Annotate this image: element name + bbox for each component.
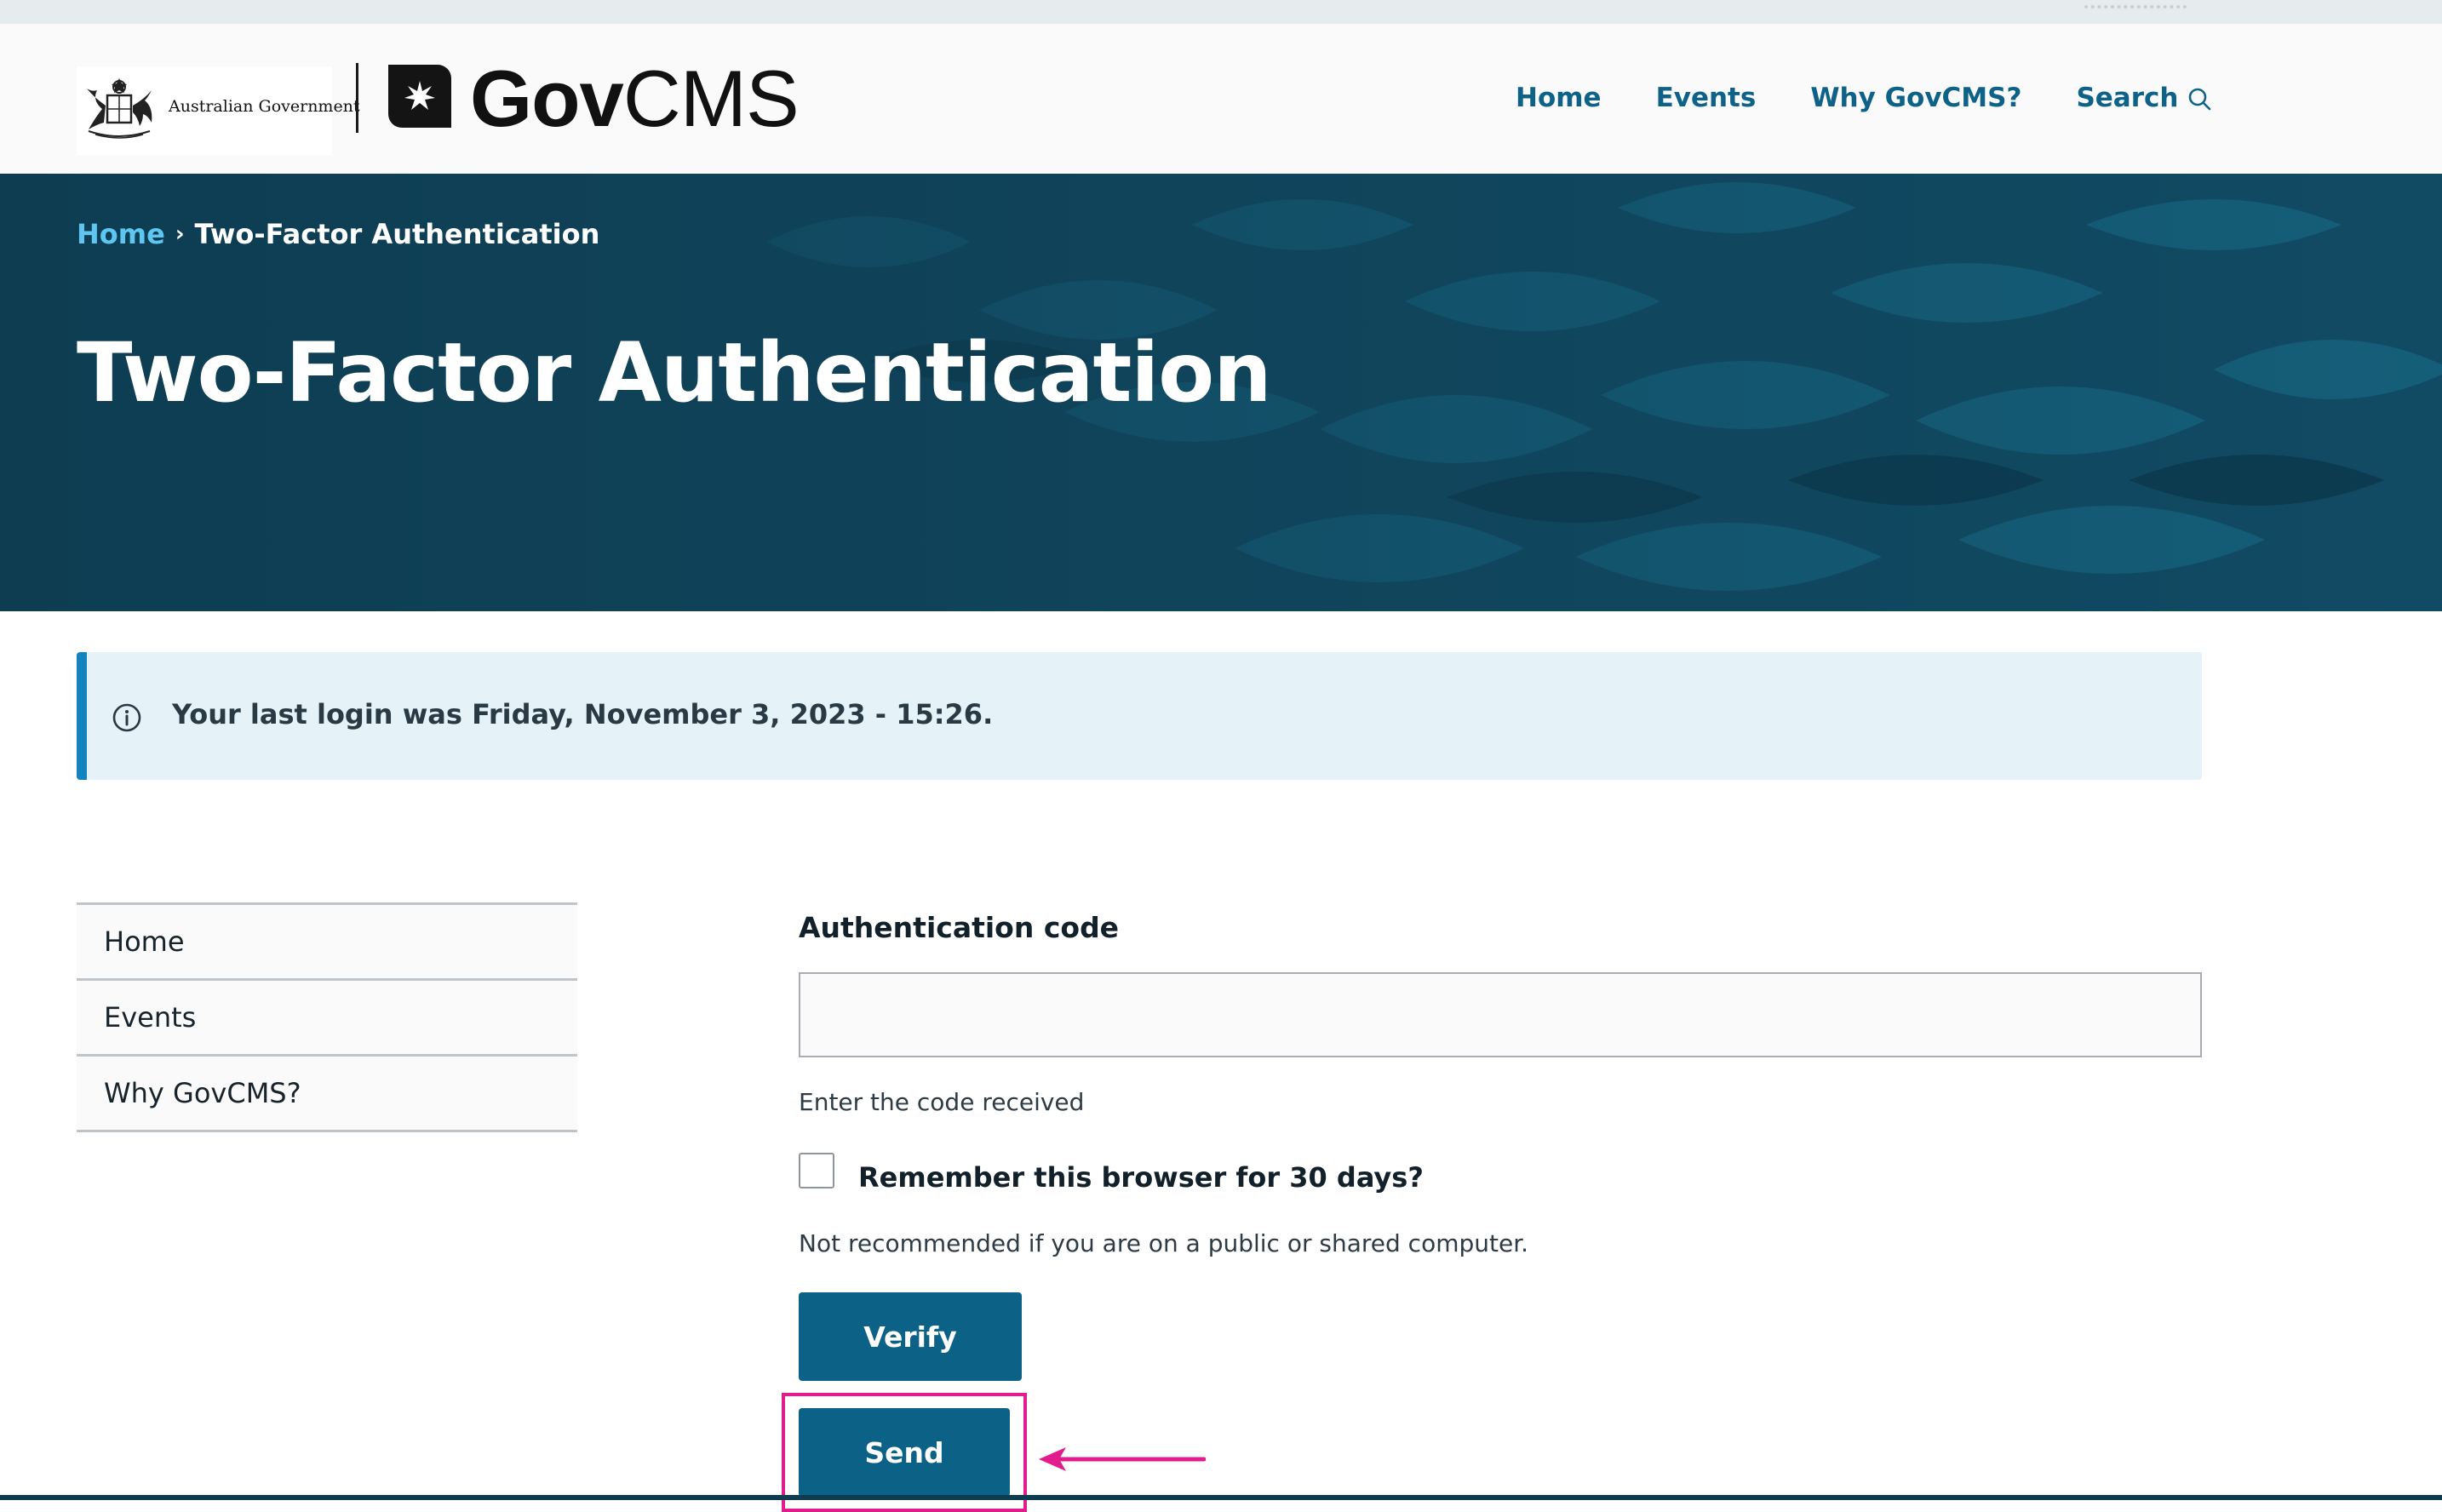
coat-of-arms-icon (87, 78, 152, 139)
australian-government-crest[interactable]: Australian Government (77, 66, 360, 155)
breadcrumb-current: Two-Factor Authentication (194, 218, 600, 250)
nav-search-label: Search (2076, 83, 2179, 113)
govcms-logo-text[interactable]: GovCMS (470, 54, 800, 143)
breadcrumb-separator-icon: › (175, 221, 185, 247)
site-header: Australian Government GovCMS Home Events… (0, 24, 2442, 175)
remember-browser-note: Not recommended if you are on a public o… (799, 1229, 1529, 1257)
page-title: Two-Factor Authentication (77, 325, 1272, 421)
nav-events-link[interactable]: Events (1656, 83, 1757, 113)
send-button[interactable]: Send (799, 1408, 1010, 1497)
verify-button[interactable]: Verify (799, 1292, 1022, 1381)
logo-bold-part: Gov (470, 54, 624, 143)
breadcrumb-home-link[interactable]: Home (77, 218, 165, 250)
alert-message: Your last login was Friday, November 3, … (172, 698, 994, 730)
sidebar-navigation: Home Events Why GovCMS? (77, 902, 577, 1132)
top-strip-dots (2084, 0, 2187, 9)
nav-search-link[interactable]: Search (2076, 83, 2212, 113)
logo-divider (356, 63, 358, 133)
star-icon (404, 81, 435, 110)
logo-light-part: CMS (622, 54, 800, 143)
authentication-code-label: Authentication code (799, 911, 1120, 944)
sidebar-item-events[interactable]: Events (77, 981, 577, 1057)
search-icon (2189, 88, 2211, 111)
info-icon (112, 703, 141, 732)
sidebar-item-home[interactable]: Home (77, 905, 577, 981)
sidebar-item-why-govcms[interactable]: Why GovCMS? (77, 1057, 577, 1132)
nav-home-link[interactable]: Home (1516, 83, 1602, 113)
breadcrumb: Home › Two-Factor Authentication (77, 218, 599, 250)
remember-browser-checkbox[interactable] (799, 1153, 834, 1188)
authentication-code-input[interactable] (799, 972, 2202, 1057)
government-name: Australian Government (169, 97, 360, 116)
govcms-logo-mark[interactable] (388, 65, 451, 128)
footer-edge (0, 1495, 2442, 1500)
pointer-arrow-icon (1039, 1447, 1206, 1471)
nav-why-govcms-link[interactable]: Why GovCMS? (1810, 83, 2021, 113)
last-login-alert: Your last login was Friday, November 3, … (77, 652, 2202, 780)
browser-top-strip (0, 0, 2442, 24)
remember-browser-label[interactable]: Remember this browser for 30 days? (858, 1161, 1424, 1194)
page-hero-banner: Home › Two-Factor Authentication Two-Fac… (0, 174, 2442, 611)
authentication-code-help: Enter the code received (799, 1088, 1085, 1116)
main-navigation: Home Events Why GovCMS? Search (1516, 77, 2212, 119)
